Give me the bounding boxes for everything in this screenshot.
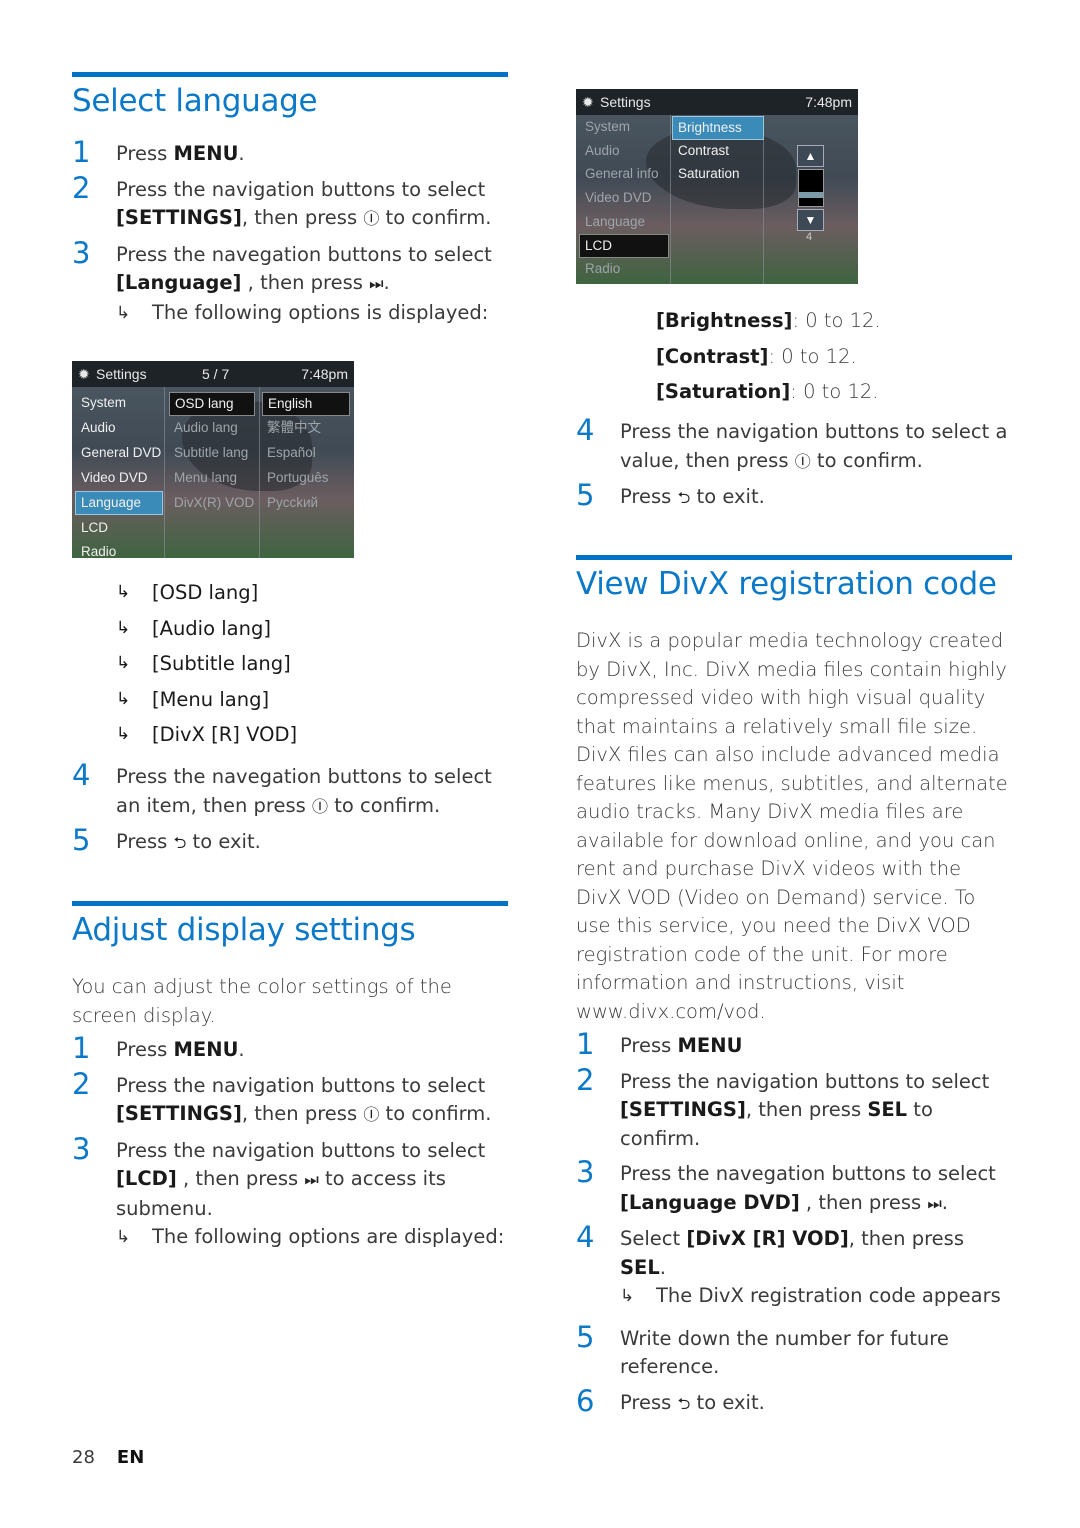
- screen-submenu-menu: Menu lang: [174, 470, 238, 485]
- result-arrow-icon: ↳: [116, 302, 131, 323]
- lcd-settings-screen: ✹ Settings 7:48pm System Audio General i…: [576, 89, 858, 284]
- gear-icon: ✹: [582, 94, 594, 110]
- slider-value: 4: [806, 231, 813, 243]
- screen-menu-general: General DVD: [81, 445, 162, 460]
- screen-submenu-saturation: Saturation: [678, 166, 740, 181]
- result-arrow-icon: ↳: [116, 1227, 131, 1248]
- step-3: 3 Press the navegation buttons to select…: [576, 1156, 1012, 1218]
- option-item: ↳ [Menu lang]: [116, 687, 270, 711]
- section-title-adjust-display: Adjust display settings: [72, 912, 416, 948]
- step-5: 5 Press ⮌ to exit.: [72, 823, 261, 857]
- screen-titlebar: ✹ Settings 7:48pm: [576, 89, 858, 115]
- screen-value-chinese: 繁體中文: [267, 420, 321, 435]
- ok-button-icon: Ⓘ: [363, 209, 380, 229]
- screen-menu-system: System: [81, 395, 127, 410]
- option-item: ↳ [OSD lang]: [116, 581, 259, 604]
- section-title-select-language: Select language: [72, 83, 318, 119]
- screen-submenu-brightness: Brightness: [672, 116, 764, 140]
- range-contrast: [Contrast]: 0 to 12.: [656, 344, 857, 368]
- ok-button-icon: Ⓘ: [363, 1105, 380, 1125]
- screen-menu-radio: Radio: [81, 544, 117, 558]
- ok-button-icon: Ⓘ: [794, 451, 811, 471]
- section-rule: [72, 901, 508, 906]
- screen-value-english: English: [262, 392, 350, 416]
- left-column: Select language 1 Press MENU. 2 Press th…: [72, 72, 508, 1248]
- slider-up-icon: ▲: [797, 145, 824, 167]
- screen-menu-system: System: [585, 119, 631, 134]
- step-4: 4 Press the navigation buttons to select…: [576, 414, 1012, 476]
- step-2: 2 Press the navigation buttons to select…: [576, 1062, 990, 1150]
- screen-menu-audio: Audio: [585, 143, 620, 158]
- divx-intro: DivX is a popular media technology creat…: [576, 629, 1008, 1023]
- gear-icon: ✹: [78, 366, 90, 382]
- next-track-icon: ⏭: [304, 1170, 319, 1190]
- screen-menu-video: Video DVD: [81, 470, 148, 485]
- step-2: 2 Press the navigation buttons to select…: [72, 1068, 508, 1130]
- back-icon: ⮌: [677, 1393, 691, 1413]
- language-code: EN: [116, 1447, 145, 1468]
- screen-menu-video: Video DVD: [585, 190, 652, 205]
- screen-value-spanish: Español: [267, 445, 316, 460]
- result-arrow-icon: ↳: [620, 1286, 635, 1307]
- adjust-display-section: Adjust display settings You can adjust t…: [72, 901, 508, 1252]
- adjust-display-steps-cont: 4 Press the navigation buttons to select…: [576, 414, 1012, 513]
- option-item: ↳ [Audio lang]: [116, 616, 271, 640]
- screen-submenu-divx: DivX(R) VOD: [174, 495, 255, 510]
- screen-submenu-osd: OSD lang: [169, 392, 255, 416]
- section-title-divx: View DivX registration code: [576, 566, 997, 602]
- result-note: ↳ The following options are displayed:: [116, 1223, 508, 1252]
- next-track-icon: ⏭: [927, 1193, 942, 1213]
- slider-down-icon: ▼: [797, 209, 824, 231]
- screen-value-russian: Pycckий: [267, 495, 319, 510]
- language-settings-screen: ✹ Settings 5 / 7 7:48pm System Audio Gen…: [72, 361, 354, 558]
- screen-titlebar: ✹ Settings 5 / 7 7:48pm: [72, 361, 354, 387]
- screen-value-portuguese: Português: [267, 470, 329, 485]
- divx-section: View DivX registration code DivX is a po…: [576, 555, 1012, 1418]
- step-4: 4 Press the navegation buttons to select…: [72, 759, 508, 821]
- step-5: 5 Write down the number for future refer…: [576, 1319, 949, 1379]
- option-item: ↳ [DivX [R] VOD]: [116, 723, 298, 746]
- screen-menu-radio: Radio: [585, 261, 621, 276]
- back-icon: ⮌: [677, 488, 691, 507]
- section-rule: [576, 555, 1012, 560]
- result-note: ↳ The DivX registration code appears: [620, 1282, 1012, 1311]
- step-5: 5 Press ⮌ to exit.: [576, 478, 765, 512]
- screen-menu-audio: Audio: [81, 420, 116, 435]
- page-number: 28: [72, 1447, 95, 1468]
- back-icon: ⮌: [173, 833, 187, 852]
- ok-button-icon: Ⓘ: [312, 796, 329, 816]
- step-3: 3 Press the navigation buttons to select…: [72, 1133, 508, 1252]
- slider-track: [798, 169, 824, 207]
- result-note: ↳ The following options is displayed:: [116, 299, 508, 328]
- screen-submenu-audio: Audio lang: [174, 420, 238, 435]
- screen-submenu-contrast: Contrast: [678, 143, 730, 158]
- range-brightness: [Brightness]: 0 to 12.: [656, 309, 881, 332]
- step-1: 1 Press MENU.: [72, 135, 245, 170]
- range-saturation: [Saturation]: 0 to 12.: [656, 380, 879, 403]
- screen-menu-language: Language: [585, 214, 646, 229]
- language-options-list: ↳ [OSD lang] ↳ [Audio lang] ↳ [Subtitle lan…: [116, 575, 508, 753]
- screen-menu-lcd: LCD: [579, 234, 669, 258]
- display-ranges: [Brightness]: 0 to 12. [Contrast]: 0 to …: [656, 303, 881, 410]
- screen-submenu-subtitle: Subtitle lang: [174, 445, 249, 460]
- step-4: 4 Select [DivX [R] VOD], then press SEL.…: [576, 1221, 1012, 1311]
- next-track-icon: ⏭: [369, 274, 384, 294]
- select-language-steps: 1 Press MENU. 2 Press the navigation but…: [72, 135, 508, 328]
- screen-menu-language: Language: [75, 491, 163, 515]
- screen-menu-general: General info: [585, 166, 659, 181]
- screen-menu-lcd: LCD: [81, 520, 109, 535]
- option-item: ↳ [Subtitle lang]: [116, 652, 291, 675]
- step-2: 2 Press the navigation buttons to select…: [72, 172, 508, 234]
- step-3: 3 Press the navegation buttons to select…: [72, 237, 508, 328]
- section-rule: [72, 72, 508, 77]
- step-1: 1 Press MENU.: [72, 1031, 245, 1066]
- step-6: 6 Press ⮌ to exit.: [576, 1383, 765, 1418]
- slider-thumb: [799, 192, 823, 198]
- step-1: 1 Press MENU: [576, 1027, 743, 1062]
- page-footer: 28 EN: [72, 1447, 144, 1468]
- select-language-steps-cont: 4 Press the navegation buttons to select…: [72, 759, 508, 858]
- adjust-display-intro: You can adjust the color settings of the…: [72, 975, 452, 1027]
